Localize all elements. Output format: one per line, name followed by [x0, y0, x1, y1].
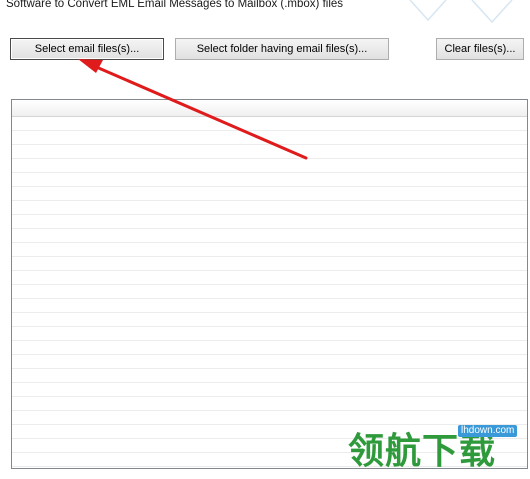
select-email-files-button[interactable]: Select email files(s)... [10, 38, 164, 60]
file-list-header [12, 100, 527, 117]
file-list[interactable] [11, 99, 528, 469]
title-bar: Software to Convert EML Email Messages t… [0, 0, 530, 27]
clear-files-button[interactable]: Clear files(s)... [436, 38, 524, 60]
watermark-site: lhdown.com [458, 425, 518, 437]
select-folder-button[interactable]: Select folder having email files(s)... [175, 38, 389, 60]
file-list-rows [12, 117, 527, 468]
decorative-diamond-icon [409, 0, 513, 24]
watermark: 领航下载 lhdown.com [348, 420, 528, 476]
window-title: Software to Convert EML Email Messages t… [6, 0, 344, 10]
